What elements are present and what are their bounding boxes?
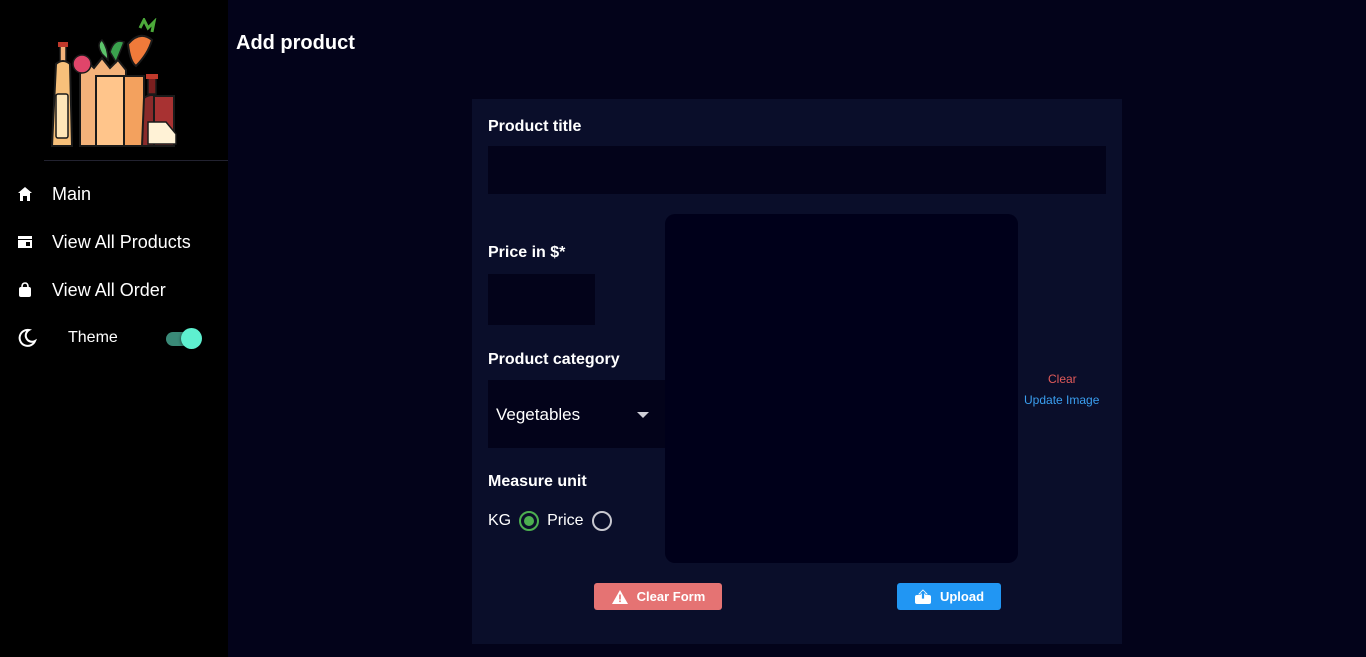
measure-unit-radio-group: KG Price (488, 509, 620, 533)
sidebar-item-view-all-order[interactable]: View All Order (0, 270, 228, 310)
page-title: Add product (236, 32, 355, 54)
category-label: Product category (488, 351, 620, 368)
home-icon (16, 185, 34, 203)
image-preview[interactable] (665, 214, 1018, 563)
clear-form-button[interactable]: Clear Form (594, 583, 722, 610)
moon-icon (16, 327, 38, 349)
shopping-bag-icon (16, 281, 34, 299)
clear-image-link[interactable]: Clear (1048, 372, 1077, 386)
sidebar-item-label: View All Order (52, 279, 166, 300)
chevron-down-icon (637, 412, 649, 418)
theme-row: Theme (0, 318, 228, 358)
sidebar-divider (44, 160, 228, 161)
update-image-link[interactable]: Update Image (1024, 393, 1099, 407)
sidebar-item-view-all-products[interactable]: View All Products (0, 222, 228, 262)
sidebar: Main View All Products View All Order Th… (0, 0, 228, 657)
clear-form-label: Clear Form (636, 589, 706, 604)
product-title-input[interactable] (488, 146, 1106, 194)
measure-unit-label: Measure unit (488, 473, 587, 490)
sidebar-item-main[interactable]: Main (0, 174, 228, 214)
unit-price-radio[interactable] (591, 511, 612, 531)
upload-button[interactable]: Upload (897, 583, 1001, 610)
category-value: Vegetables (496, 405, 581, 424)
category-select[interactable]: Vegetables (488, 380, 668, 448)
upload-label: Upload (939, 589, 985, 604)
add-product-form: Product title Price in $* Product catego… (472, 99, 1122, 644)
sidebar-item-label: View All Products (52, 231, 191, 252)
theme-label: Theme (68, 329, 118, 346)
theme-toggle[interactable] (164, 328, 204, 349)
price-input[interactable] (488, 274, 595, 325)
upload-icon (914, 588, 932, 605)
price-label: Price in $* (488, 244, 566, 261)
warning-icon (611, 589, 629, 605)
store-icon (16, 233, 34, 251)
unit-option-label: KG (488, 512, 512, 529)
sidebar-item-label: Main (52, 183, 92, 204)
unit-option-label: Price (547, 512, 584, 529)
unit-kg-radio[interactable] (519, 511, 540, 531)
grocery-logo (50, 18, 177, 147)
toggle-thumb (181, 328, 202, 349)
product-title-label: Product title (488, 118, 582, 135)
